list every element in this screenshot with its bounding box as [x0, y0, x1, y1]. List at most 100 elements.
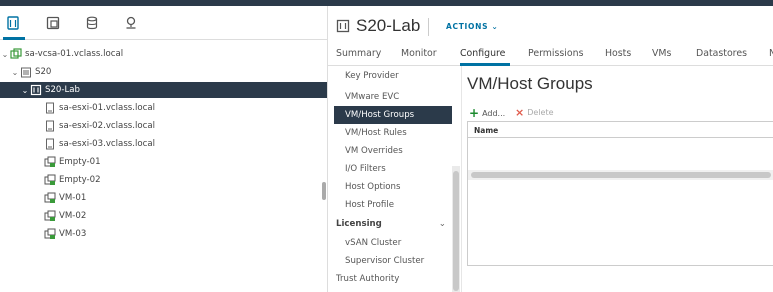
subnav-item-label: vSAN Cluster — [345, 238, 402, 248]
tree-node-label: sa-esxi-01.vclass.local — [59, 103, 156, 113]
header-divider — [428, 18, 429, 36]
tab-datastores[interactable]: Datastores — [696, 48, 747, 59]
subnav-item-label: Host Options — [345, 182, 401, 192]
tree-node-datacenter[interactable]: ⌄ S20 — [10, 64, 327, 80]
subnav-item-vsan-cluster[interactable]: vSAN Cluster — [334, 234, 452, 252]
add-label: Add... — [482, 108, 506, 118]
tree-node-host[interactable]: sa-esxi-02.vclass.local — [44, 118, 155, 134]
subnav-item-label: VM/Host Rules — [345, 128, 407, 138]
vm-icon — [44, 156, 56, 168]
scrollbar-thumb[interactable] — [471, 172, 771, 178]
subnav-item-io-filters[interactable]: I/O Filters — [334, 160, 452, 178]
navigator-pane: ⌄ sa-vcsa-01.vclass.local ⌄ S20 ⌄ S20-La… — [0, 6, 327, 292]
delete-button[interactable]: × Delete — [515, 106, 554, 119]
tree-node-vcenter[interactable]: ⌄ sa-vcsa-01.vclass.local — [0, 46, 327, 62]
chevron-down-icon[interactable]: ⌄ — [10, 68, 20, 77]
tree-node-label: VM-02 — [59, 211, 87, 221]
configure-subnav: Key Provider VMware EVC VM/Host Groups V… — [334, 66, 462, 292]
tab-overflow[interactable]: N — [769, 48, 773, 59]
tree-node-vm[interactable]: VM-02 — [44, 208, 86, 224]
grid-horizontal-scrollbar[interactable] — [468, 170, 773, 180]
add-button[interactable]: + Add... — [469, 106, 505, 120]
tree-node-vm[interactable]: VM-01 — [44, 190, 86, 206]
host-icon — [44, 138, 56, 150]
tab-permissions[interactable]: Permissions — [528, 48, 583, 59]
object-view: S20-Lab ACTIONS ⌄ Summary Monitor Config… — [328, 6, 773, 292]
subnav-item-vm-overrides[interactable]: VM Overrides — [334, 142, 452, 160]
tree-node-label: Empty-02 — [59, 175, 101, 185]
content-area: VM/Host Groups + Add... × Delete Name — [462, 66, 773, 292]
tree-node-label: S20 — [35, 67, 52, 77]
tree-node-label: sa-vcsa-01.vclass.local — [25, 49, 124, 59]
vm-icon — [44, 192, 56, 204]
vms-templates-icon[interactable] — [44, 14, 62, 32]
chevron-down-icon: ⌄ — [438, 219, 446, 229]
close-icon: × — [515, 106, 525, 119]
chevron-down-icon[interactable]: ⌄ — [20, 86, 30, 95]
vm-icon — [44, 210, 56, 222]
tree-node-label: VM-03 — [59, 229, 87, 239]
object-header: S20-Lab — [336, 16, 420, 36]
subnav-item-label: VMware EVC — [345, 92, 400, 102]
tree-node-vm[interactable]: Empty-01 — [44, 154, 101, 170]
vcenter-icon — [10, 48, 22, 60]
subnav-item-host-options[interactable]: Host Options — [334, 178, 452, 196]
tab-vms[interactable]: VMs — [652, 48, 671, 59]
tree-node-host[interactable]: sa-esxi-01.vclass.local — [44, 100, 155, 116]
tab-hosts[interactable]: Hosts — [605, 48, 631, 59]
actions-menu-button[interactable]: ACTIONS ⌄ — [446, 22, 498, 31]
hosts-clusters-icon[interactable] — [4, 14, 22, 32]
tree-node-label: S20-Lab — [45, 85, 81, 95]
navigator-tabs — [0, 6, 327, 40]
tree-node-label: Empty-01 — [59, 157, 101, 167]
cluster-icon — [336, 19, 350, 33]
actions-label: ACTIONS — [446, 22, 489, 31]
tree-node-label: sa-esxi-02.vclass.local — [59, 121, 156, 131]
host-icon — [44, 120, 56, 132]
subnav-item-label: Key Provider — [345, 71, 399, 81]
subnav-section-label: Licensing — [336, 219, 382, 229]
subnav-item-key-provider[interactable]: Key Provider — [334, 70, 452, 82]
tab-configure[interactable]: Configure — [460, 48, 505, 59]
pane-resize-handle[interactable] — [322, 182, 326, 200]
tree-node-host[interactable]: sa-esxi-03.vclass.local — [44, 136, 155, 152]
scrollbar-thumb[interactable] — [453, 171, 459, 291]
subnav-item-vmware-evc[interactable]: VMware EVC — [334, 88, 452, 106]
grid-column-name[interactable]: Name — [468, 122, 773, 138]
subnav-item-label: VM Overrides — [345, 146, 403, 156]
subnav-item-label: Trust Authority — [336, 274, 400, 284]
object-tabs: Summary Monitor Configure Permissions Ho… — [328, 42, 773, 66]
groups-grid: Name — [467, 121, 773, 266]
chevron-down-icon[interactable]: ⌄ — [0, 50, 10, 59]
tree-node-vm[interactable]: VM-03 — [44, 226, 86, 242]
page-title: VM/Host Groups — [467, 74, 593, 93]
tab-summary[interactable]: Summary — [336, 48, 381, 59]
chevron-down-icon: ⌄ — [491, 22, 499, 31]
tab-monitor[interactable]: Monitor — [401, 48, 437, 59]
host-icon — [44, 102, 56, 114]
tree-node-label: sa-esxi-03.vclass.local — [59, 139, 156, 149]
vm-icon — [44, 228, 56, 240]
subnav-item-vm-host-groups[interactable]: VM/Host Groups — [334, 106, 452, 124]
subnav-item-label: VM/Host Groups — [345, 110, 415, 120]
cluster-icon — [30, 84, 42, 96]
networking-icon[interactable] — [122, 14, 140, 32]
active-tab-indicator — [3, 37, 25, 40]
tree-node-cluster[interactable]: ⌄ S20-Lab — [0, 82, 327, 98]
subnav-item-label: Supervisor Cluster — [345, 256, 425, 266]
subnav-item-trust-authority[interactable]: Trust Authority — [334, 270, 452, 288]
subnav-item-host-profile[interactable]: Host Profile — [334, 196, 452, 214]
subnav-item-label: I/O Filters — [345, 164, 386, 174]
subnav-section-licensing[interactable]: Licensing ⌄ — [334, 215, 452, 233]
datacenter-icon — [20, 66, 32, 78]
tree-node-label: VM-01 — [59, 193, 87, 203]
storage-icon[interactable] — [83, 14, 101, 32]
subnav-item-supervisor-cluster[interactable]: Supervisor Cluster — [334, 252, 452, 270]
subnav-scrollbar[interactable] — [452, 166, 460, 292]
subnav-item-vm-host-rules[interactable]: VM/Host Rules — [334, 124, 452, 142]
tree-node-vm[interactable]: Empty-02 — [44, 172, 101, 188]
subnav-item-label: Host Profile — [345, 200, 395, 210]
vm-icon — [44, 174, 56, 186]
object-title: S20-Lab — [356, 16, 421, 35]
plus-icon: + — [469, 106, 480, 120]
